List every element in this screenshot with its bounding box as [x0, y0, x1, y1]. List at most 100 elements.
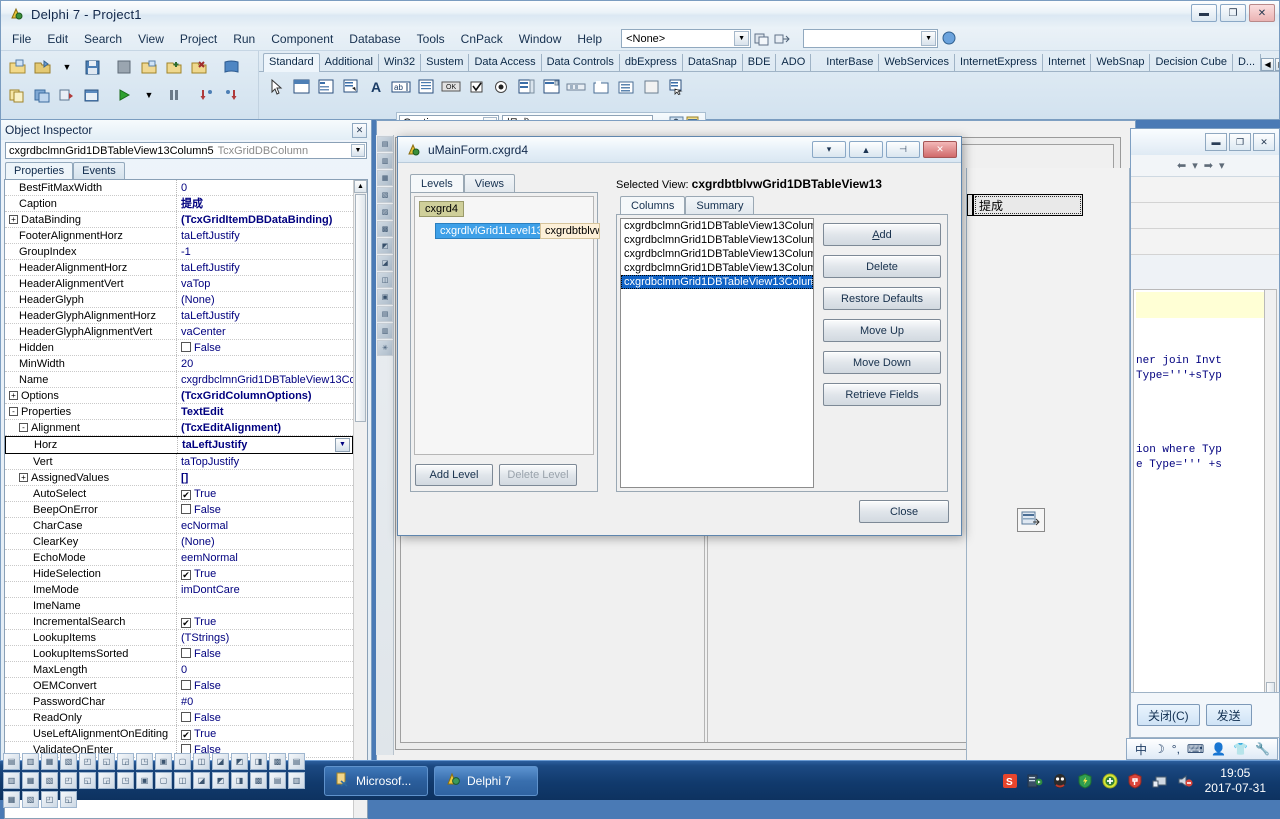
property-row[interactable]: IncrementalSearch ✔ True — [5, 614, 353, 630]
code-text-area[interactable]: ner join Invt Type='''+sTyp ion where Ty… — [1133, 289, 1277, 727]
tab-events[interactable]: Events — [73, 162, 125, 179]
checkbox-icon[interactable] — [181, 342, 191, 352]
property-value[interactable]: taLeftJustify — [177, 308, 353, 323]
palette-scroll-right-icon[interactable]: ▶ — [1275, 58, 1279, 71]
tree-node-view[interactable]: cxgrdbtblvwGr — [540, 223, 600, 239]
taskbar-task-microsoft[interactable]: Microsof... — [324, 765, 428, 796]
property-row[interactable]: PasswordChar #0 — [5, 694, 353, 710]
project-combo[interactable]: <None> ▼ — [621, 29, 752, 48]
quick-launch-icon[interactable]: ▦ — [41, 753, 58, 770]
palette-tab-internetexpress[interactable]: InternetExpress — [955, 54, 1044, 71]
dropdown-button[interactable]: ▾ — [812, 141, 846, 158]
column-list-item[interactable]: cxgrdbclmnGrid1DBTableView13Columr — [621, 261, 813, 275]
property-value[interactable]: eemNormal — [177, 550, 353, 565]
tool-icon-2[interactable]: ▥ — [377, 153, 393, 169]
property-row[interactable]: MaxLength 0 — [5, 662, 353, 678]
shield-icon[interactable] — [1076, 772, 1094, 790]
property-value[interactable]: -1 — [177, 244, 353, 259]
property-value[interactable] — [177, 598, 353, 613]
new-form-icon[interactable] — [753, 30, 771, 48]
checkbox-icon[interactable]: ✔ — [181, 730, 191, 740]
user-icon[interactable]: 👤 — [1211, 742, 1226, 756]
moon-icon[interactable]: ☽ — [1154, 742, 1165, 756]
property-row[interactable]: HeaderGlyphAlignmentVert vaCenter — [5, 324, 353, 340]
tool-icon[interactable] — [1026, 772, 1044, 790]
tool-icon-5[interactable]: ▨ — [377, 204, 393, 220]
palette-tab-ado[interactable]: ADO — [776, 54, 812, 71]
actionlist-icon[interactable] — [665, 76, 687, 98]
palette-tab-additional[interactable]: Additional — [320, 54, 379, 71]
property-value[interactable]: vaCenter — [177, 324, 353, 339]
property-value[interactable]: False — [177, 678, 353, 693]
property-row[interactable]: - Properties TextEdit — [5, 404, 353, 420]
palette-tab-dbexpress[interactable]: dbExpress — [620, 54, 683, 71]
property-row[interactable]: + Options (TcxGridColumnOptions) — [5, 388, 353, 404]
quick-launch-icon[interactable]: ◱ — [79, 772, 96, 789]
object-selector-combo[interactable]: cxgrdbclmnGrid1DBTableView13Column5 TcxG… — [5, 142, 367, 159]
property-row[interactable]: BestFitMaxWidth 0 — [5, 180, 353, 196]
grid-column-header[interactable]: 提成 — [973, 194, 1083, 216]
palette-tab-standard[interactable]: Standard — [263, 53, 320, 72]
panel-icon[interactable] — [640, 76, 662, 98]
property-value[interactable]: vaTop — [177, 276, 353, 291]
chevron-down-icon[interactable]: ▼ — [55, 56, 79, 79]
menu-edit[interactable]: Edit — [40, 29, 75, 49]
quick-launch-icon[interactable]: ▣ — [155, 753, 172, 770]
checkbox-icon[interactable]: ✔ — [181, 618, 191, 628]
close-button[interactable]: ✕ — [923, 141, 957, 158]
property-value[interactable]: (None) — [177, 534, 353, 549]
volume-mute-icon[interactable] — [1176, 772, 1194, 790]
chevron-down-icon[interactable]: ▼ — [137, 84, 161, 107]
palette-tab-data-access[interactable]: Data Access — [469, 54, 542, 71]
property-value[interactable]: cxgrdbclmnGrid1DBTableView13Colum — [177, 372, 353, 387]
maximize-button[interactable]: ❐ — [1229, 133, 1251, 151]
palette-tab-decision-cube[interactable]: Decision Cube — [1150, 54, 1233, 71]
property-value[interactable]: taLeftJustify ▼ — [178, 437, 352, 453]
property-value[interactable]: False — [177, 646, 353, 661]
property-value[interactable]: 0 — [177, 180, 353, 195]
property-row[interactable]: HeaderAlignmentHorz taLeftJustify — [5, 260, 353, 276]
property-row[interactable]: Hidden False — [5, 340, 353, 356]
property-value[interactable]: ecNormal — [177, 518, 353, 533]
quick-launch-icon[interactable]: ▢ — [155, 772, 172, 789]
move-up-button[interactable]: Move Up — [823, 319, 941, 342]
property-row[interactable]: ImeMode imDontCare — [5, 582, 353, 598]
checkbox-icon[interactable] — [181, 680, 191, 690]
quick-launch-icon[interactable]: ◪ — [193, 772, 210, 789]
tool-icon-11[interactable]: ▤ — [377, 306, 393, 322]
firewall-icon[interactable] — [1126, 772, 1144, 790]
menu-project[interactable]: Project — [173, 29, 224, 49]
property-row[interactable]: Name cxgrdbclmnGrid1DBTableView13Colum — [5, 372, 353, 388]
chevron-down-icon[interactable]: ▼ — [335, 438, 350, 452]
step-over-icon[interactable] — [219, 84, 243, 107]
property-row[interactable]: Vert taTopJustify — [5, 454, 353, 470]
menu-help[interactable]: Help — [570, 29, 609, 49]
chevron-down-icon[interactable]: ▼ — [921, 31, 937, 46]
property-value[interactable]: (TcxEditAlignment) — [177, 420, 353, 435]
collapse-icon[interactable]: - — [19, 423, 28, 432]
help-icon[interactable] — [219, 56, 243, 79]
columns-list[interactable]: cxgrdbclmnGrid1DBTableView13Columr cxgrdb… — [620, 218, 814, 488]
restore-defaults-button[interactable]: Restore Defaults — [823, 287, 941, 310]
property-value[interactable]: (TcxGridItemDBDataBinding) — [177, 212, 353, 227]
move-down-button[interactable]: Move Down — [823, 351, 941, 374]
new-form-2-icon[interactable] — [80, 84, 104, 107]
trace-into-icon[interactable] — [194, 84, 218, 107]
column-list-item[interactable]: cxgrdbclmnGrid1DBTableView13Columr — [621, 247, 813, 261]
quick-launch-icon[interactable]: ▥ — [3, 772, 20, 789]
palette-tab-internet[interactable]: Internet — [1043, 54, 1092, 71]
keyboard-icon[interactable]: ⌨ — [1187, 742, 1204, 756]
property-value[interactable]: ✔ True — [177, 486, 353, 501]
quick-launch-icon[interactable]: ▥ — [288, 772, 305, 789]
add-file-icon[interactable] — [162, 56, 186, 79]
menu-run[interactable]: Run — [226, 29, 262, 49]
menu-view[interactable]: View — [131, 29, 171, 49]
property-row[interactable]: BeepOnError False — [5, 502, 353, 518]
palette-scroll-left-icon[interactable]: ◀ — [1261, 58, 1275, 71]
property-row[interactable]: Horz taLeftJustify ▼ — [5, 436, 353, 454]
chevron-down-icon[interactable]: ▼ — [734, 31, 750, 46]
column-list-item[interactable]: cxgrdbclmnGrid1DBTableView13Columr — [621, 275, 813, 289]
save-all-icon[interactable] — [112, 56, 136, 79]
mainmenu-icon[interactable] — [315, 76, 337, 98]
quick-launch-icon[interactable]: ▣ — [136, 772, 153, 789]
